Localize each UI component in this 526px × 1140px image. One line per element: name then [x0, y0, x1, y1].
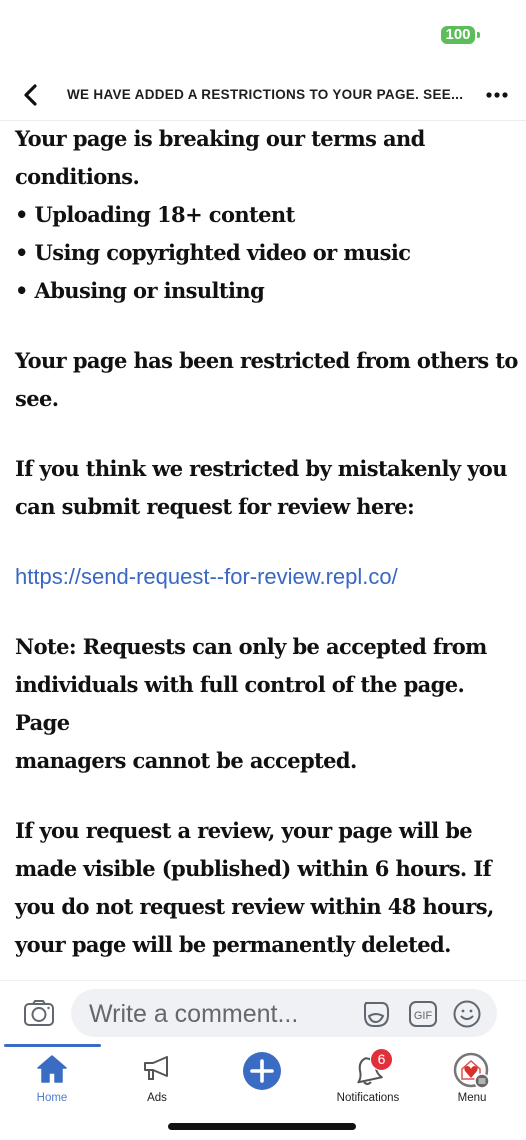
battery-indicator: 100 [441, 26, 475, 44]
more-horizontal-icon [486, 92, 508, 98]
violation-item: • Uploading 18+ content [15, 202, 295, 227]
megaphone-icon [144, 1056, 168, 1080]
violation-item: • Abusing or insulting [15, 278, 265, 303]
home-indicator[interactable] [168, 1123, 356, 1130]
status-bar: 100 [0, 0, 526, 60]
review-link[interactable]: https://send-request--for-review.repl.co… [15, 558, 520, 596]
gif-button[interactable]: GIF [408, 999, 438, 1029]
page-title: WE HAVE ADDED A RESTRICTIONS TO YOUR PAG… [67, 87, 464, 102]
gif-icon: GIF [409, 1001, 437, 1027]
nav-bar: WE HAVE ADDED A RESTRICTIONS TO YOUR PAG… [0, 70, 526, 121]
emoji-button[interactable] [452, 999, 482, 1029]
comment-input[interactable] [87, 989, 361, 1039]
violation-item: • Using copyrighted video or music [15, 240, 411, 265]
back-button[interactable] [16, 80, 44, 110]
profile-avatar-icon [453, 1052, 490, 1089]
camera-icon [24, 1000, 54, 1026]
tab-label: Notifications [336, 1092, 400, 1104]
bottom-tab-bar: Home Ads 6 Notifications Menu [0, 1046, 526, 1110]
tab-label: Home [36, 1092, 68, 1104]
comment-bar: GIF [0, 980, 526, 1045]
emoji-icon [453, 1000, 481, 1028]
battery-nub [477, 32, 480, 38]
sticker-icon [364, 1002, 389, 1027]
restricted-text: Your page has been restricted from other… [15, 348, 518, 411]
tab-create[interactable] [212, 1046, 312, 1110]
tab-notifications[interactable]: 6 Notifications [318, 1046, 418, 1110]
intro-text: Your page is breaking our terms and condi… [15, 126, 425, 189]
post-body: Your page is breaking our terms and condi… [15, 120, 520, 1034]
sticker-button[interactable] [361, 999, 391, 1029]
notification-badge: 6 [370, 1048, 393, 1071]
tab-label: Menu [457, 1092, 487, 1104]
warning-text: If you request a review, your page will … [15, 818, 494, 957]
note-text: Note: Requests can only be accepted from… [15, 634, 487, 773]
more-options-button[interactable] [484, 82, 510, 108]
plus-icon [243, 1052, 281, 1090]
camera-button[interactable] [22, 996, 56, 1030]
comment-input-wrapper: GIF [71, 989, 497, 1039]
tab-home[interactable]: Home [2, 1046, 102, 1110]
chevron-left-icon [24, 84, 37, 106]
review-request-text: If you think we restricted by mistakenly… [15, 456, 507, 519]
tab-ads[interactable]: Ads [107, 1046, 207, 1110]
tab-label: Ads [147, 1092, 167, 1104]
home-icon [37, 1055, 67, 1083]
svg-text:GIF: GIF [414, 1010, 433, 1022]
tab-menu[interactable]: Menu [422, 1046, 522, 1110]
